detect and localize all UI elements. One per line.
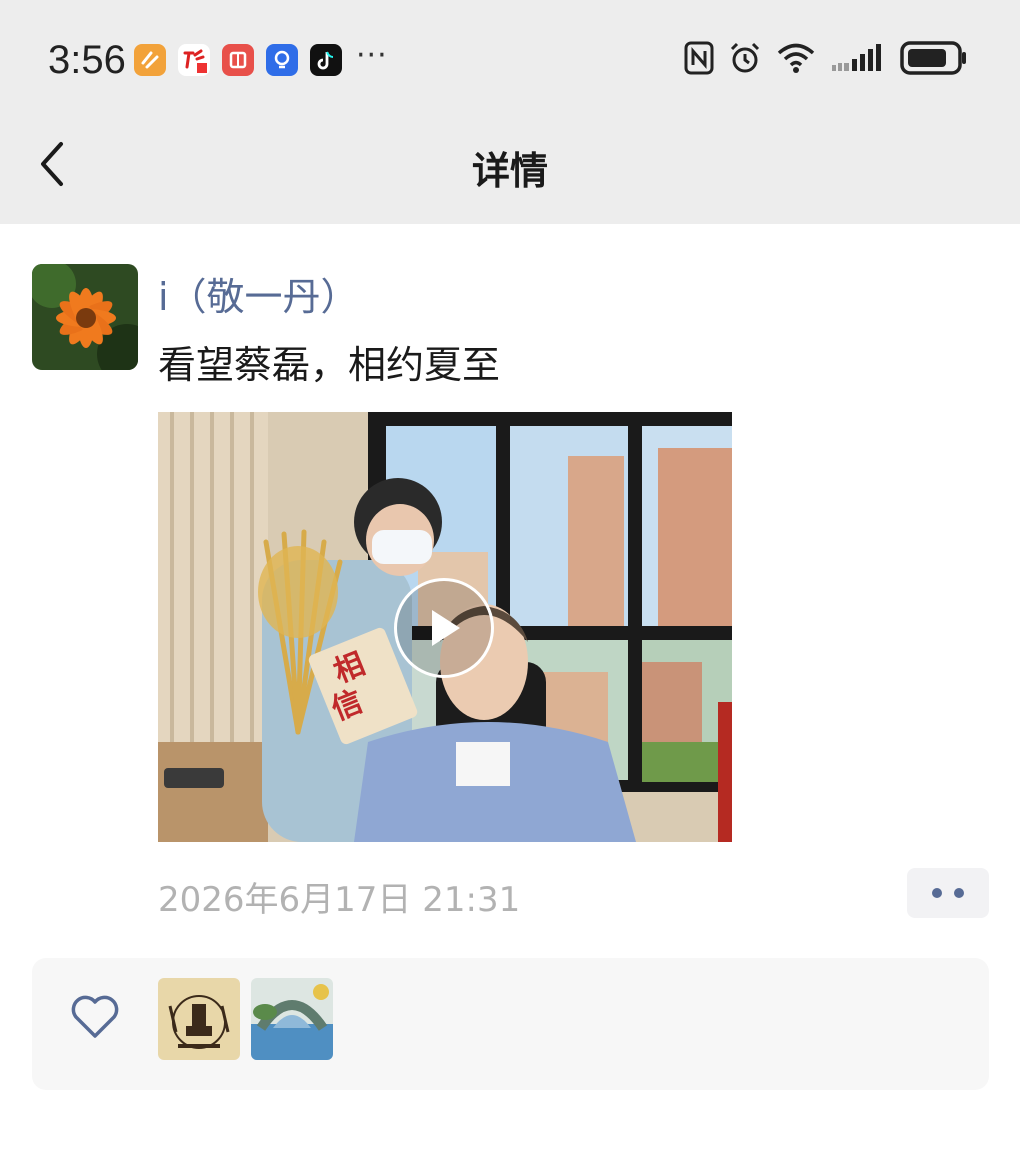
orange-app-icon bbox=[134, 44, 166, 76]
news-app-icon bbox=[178, 44, 210, 76]
post-text: 看望蔡磊，相约夏至 bbox=[158, 343, 501, 387]
nav-bar: 详情 bbox=[0, 120, 1020, 224]
author-avatar[interactable] bbox=[32, 264, 138, 370]
wifi-icon bbox=[776, 40, 816, 76]
page-title: 详情 bbox=[471, 149, 548, 193]
play-button[interactable] bbox=[394, 578, 494, 678]
liker-avatar[interactable] bbox=[158, 978, 240, 1060]
liker-avatar[interactable] bbox=[251, 978, 333, 1060]
play-icon bbox=[432, 610, 460, 646]
likes-panel bbox=[32, 958, 989, 1090]
author-nickname[interactable]: i（敬一丹） bbox=[158, 266, 359, 321]
tiktok-app-icon bbox=[310, 44, 342, 76]
video-thumbnail[interactable]: 相 信 bbox=[158, 412, 732, 842]
nfc-icon bbox=[684, 40, 714, 76]
signal-icon bbox=[830, 40, 886, 76]
more-notifications-icon: ··· bbox=[356, 38, 388, 73]
notification-app-icons bbox=[134, 44, 342, 76]
alarm-icon bbox=[728, 40, 762, 76]
system-icons bbox=[684, 40, 968, 76]
lightbulb-app-icon bbox=[266, 44, 298, 76]
more-options-button[interactable] bbox=[907, 868, 989, 918]
heart-icon bbox=[70, 994, 120, 1040]
ellipsis-icon-dot bbox=[954, 888, 964, 898]
status-time: 3:56 bbox=[48, 38, 126, 82]
post-timestamp: 2026年6月17日 21:31 bbox=[158, 880, 521, 920]
book-app-icon bbox=[222, 44, 254, 76]
ellipsis-icon bbox=[932, 888, 942, 898]
battery-icon bbox=[900, 40, 968, 76]
status-bar: 3:56 ··· bbox=[0, 0, 1020, 120]
